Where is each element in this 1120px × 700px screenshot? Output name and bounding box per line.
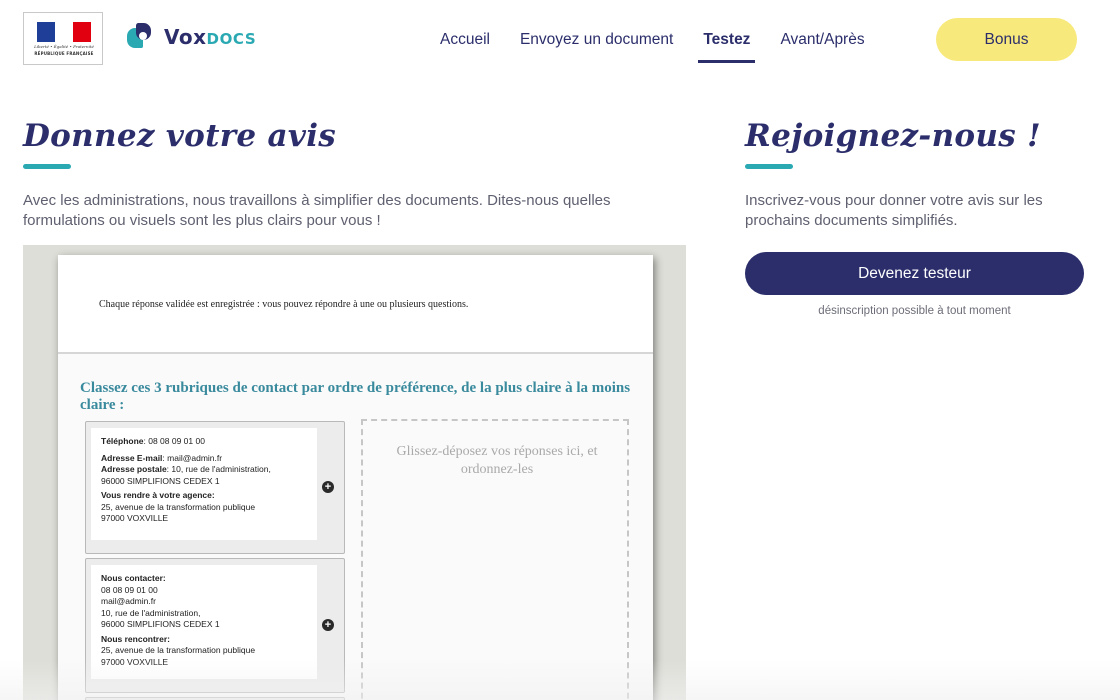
join-text: Inscrivez-vous pour donner votre avis su…: [745, 192, 1043, 229]
answer-card[interactable]: Téléphone: 08 08 09 01 00 Adresse E-mail…: [85, 421, 345, 554]
join-title: Rejoignez-nous !: [745, 118, 1041, 154]
drop-zone-text: Glissez-déposez vos réponses ici, et ord…: [396, 444, 598, 477]
nav-item-accueil[interactable]: Accueil: [440, 19, 490, 61]
speech-bubbles-icon: [125, 22, 155, 52]
nav-item-avant-apres[interactable]: Avant/Après: [780, 19, 864, 61]
nav-item-testez[interactable]: Testez: [698, 19, 756, 63]
bonus-button[interactable]: Bonus: [936, 18, 1077, 61]
drop-zone[interactable]: Glissez-déposez vos réponses ici, et ord…: [361, 419, 629, 700]
answer-card-content: Nous contacter: 08 08 09 01 00 mail@admi…: [91, 565, 317, 679]
french-flag-icon: [37, 22, 91, 42]
survey-question: Classez ces 3 rubriques de contact par o…: [80, 380, 631, 413]
survey-page: Chaque réponse validée est enregistrée :…: [58, 255, 653, 700]
page-title: Donnez votre avis: [23, 118, 337, 154]
answer-card[interactable]: Nous contacter: 08 08 09 01 00 mail@admi…: [85, 558, 345, 693]
republique-francaise-logo[interactable]: Liberté • Égalité • Fraternité RÉPUBLIQU…: [23, 12, 103, 65]
survey-note: Chaque réponse validée est enregistrée :…: [99, 299, 469, 310]
voxdocs-logo[interactable]: VoxDOCS: [125, 22, 256, 52]
plus-circle-icon[interactable]: +: [322, 619, 334, 631]
plus-circle-icon[interactable]: +: [322, 481, 334, 493]
answer-card-content: Téléphone: 08 08 09 01 00 Adresse E-mail…: [91, 428, 317, 540]
survey-preview-image: Chaque réponse validée est enregistrée :…: [23, 245, 686, 700]
become-tester-button[interactable]: Devenez testeur: [745, 252, 1084, 295]
intro-text: Avec les administrations, nous travaillo…: [23, 192, 611, 229]
survey-header: Chaque réponse validée est enregistrée :…: [58, 255, 653, 354]
main-nav: Accueil Envoyez un document Testez Avant…: [440, 18, 895, 63]
site-header: Liberté • Égalité • Fraternité RÉPUBLIQU…: [0, 0, 1120, 80]
brand-wordmark: VoxDOCS: [164, 25, 257, 49]
logo-name: RÉPUBLIQUE FRANÇAISE: [34, 51, 94, 56]
nav-item-envoyez-document[interactable]: Envoyez un document: [520, 19, 673, 61]
title-underline: [23, 164, 71, 169]
title-underline: [745, 164, 793, 169]
unsubscribe-note: désinscription possible à tout moment: [818, 305, 1011, 317]
logo-motto: Liberté • Égalité • Fraternité: [34, 44, 94, 49]
